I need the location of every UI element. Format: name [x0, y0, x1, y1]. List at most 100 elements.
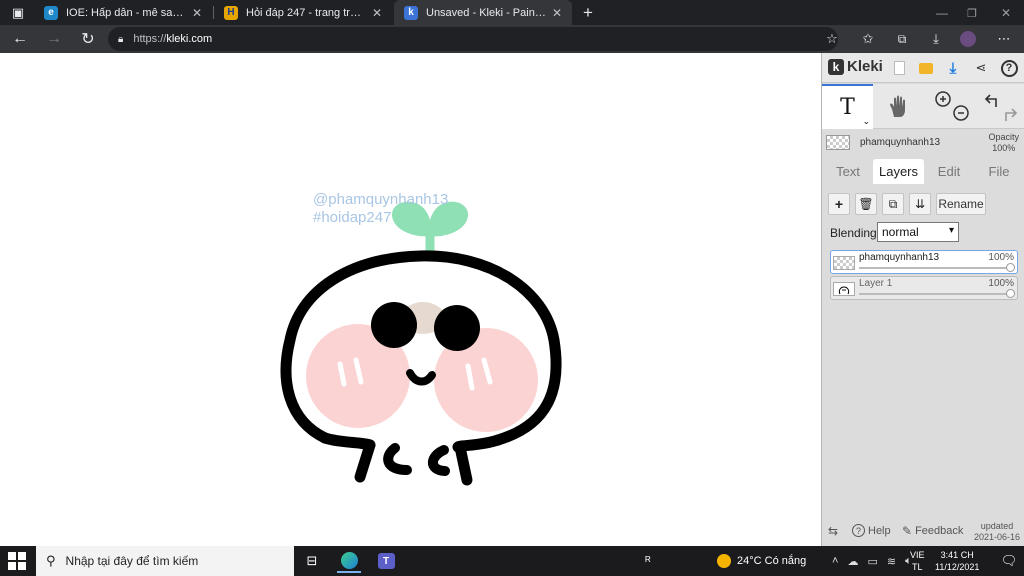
- delete-layer-button[interactable]: 🗑︎: [855, 193, 877, 215]
- body-outline-lower-left: [319, 432, 376, 451]
- layer-opacity: 100%: [988, 252, 1014, 263]
- help-icon[interactable]: ?: [1000, 59, 1018, 77]
- forward-button[interactable]: →: [40, 25, 68, 53]
- layer-opacity-slider-track[interactable]: [859, 293, 1011, 295]
- layer-item-phamquynhanh13[interactable]: phamquynhanh13 100%: [830, 250, 1018, 274]
- left-hand: [383, 443, 412, 475]
- address-bar-row: ← → ↻ 🔒︎ https://kleki.com ☆ ✩ ⧉ ⤓ ⋯: [0, 25, 1024, 53]
- tab-actions-icon[interactable]: ▣: [4, 0, 32, 27]
- reload-button[interactable]: ↻: [74, 25, 102, 53]
- layer-name: Layer 1: [859, 278, 893, 289]
- downloads-icon[interactable]: ⤓: [922, 25, 950, 53]
- share-icon[interactable]: ⋖: [972, 59, 990, 77]
- download-icon[interactable]: ⤓: [944, 59, 962, 77]
- layer-opacity-slider-handle[interactable]: [1006, 289, 1015, 298]
- chevron-up-icon[interactable]: ˄: [832, 555, 838, 567]
- trash-icon: 🗑︎: [858, 197, 874, 211]
- feedback-icon: ✎: [902, 524, 913, 538]
- cloud-icon[interactable]: ☁: [847, 555, 858, 568]
- open-folder-icon[interactable]: [917, 59, 935, 77]
- active-layer-name: phamquynhanh13: [860, 137, 941, 148]
- profile-avatar[interactable]: [954, 25, 982, 53]
- panel-header: k Kleki ⤓ ⋖ ?: [822, 53, 1024, 83]
- back-button[interactable]: ←: [6, 25, 34, 53]
- network-icon[interactable]: ▭: [867, 555, 877, 568]
- feedback-button[interactable]: ✎ Feedback: [902, 524, 963, 538]
- updated-info[interactable]: updated 2021-06-16: [974, 521, 1020, 543]
- people-icon[interactable]: ᴿ: [636, 549, 660, 573]
- tab-layers[interactable]: Layers: [873, 159, 924, 184]
- layer-thumbnail: [833, 282, 855, 296]
- minimize-button[interactable]: —: [928, 0, 956, 27]
- rename-layer-button[interactable]: Rename: [936, 193, 986, 215]
- close-icon[interactable]: ✕: [372, 6, 382, 20]
- question-icon: ?: [852, 524, 865, 537]
- new-tab-button[interactable]: +: [574, 0, 602, 27]
- tab-text[interactable]: Text: [823, 159, 873, 184]
- tab-edit[interactable]: Edit: [924, 159, 974, 184]
- language-line2: TL: [912, 562, 923, 572]
- sun-icon: [717, 554, 731, 568]
- tab-file[interactable]: File: [974, 159, 1024, 184]
- taskbar-search-box[interactable]: ⚲ Nhập tại đây để tìm kiếm: [36, 546, 294, 576]
- panel-footer: ⇆ ? Help ✎ Feedback updated 2021-06-16: [822, 518, 1024, 546]
- merge-layer-button[interactable]: ⇊: [909, 193, 931, 215]
- kleki-logo-text: Kleki: [847, 58, 883, 75]
- ioe-favicon-icon: e: [44, 5, 58, 20]
- restore-button[interactable]: ❐: [958, 0, 986, 27]
- tab-hoidap[interactable]: H Hỏi đáp 247 - trang tra loi ✕: [214, 0, 392, 25]
- tab-ioe[interactable]: e IOE: Hấp dẫn - mê say - thấy ng... ✕: [34, 0, 212, 25]
- layer-opacity-slider-track[interactable]: [859, 267, 1011, 269]
- new-image-icon[interactable]: [890, 59, 908, 77]
- close-icon[interactable]: ✕: [192, 6, 202, 20]
- teams-taskbar-icon[interactable]: T: [374, 549, 398, 573]
- text-tool-button[interactable]: T ⌄: [822, 84, 873, 129]
- drawing-canvas[interactable]: @phamquynhanh13 #hoidap247: [0, 53, 821, 546]
- hand-tool-button[interactable]: [874, 84, 924, 129]
- window-close-button[interactable]: ✕: [992, 0, 1020, 27]
- updated-label: updated: [980, 521, 1014, 531]
- blending-mode-select[interactable]: normal ▾: [877, 222, 959, 242]
- weather-widget[interactable]: 24°C Có nắng: [717, 546, 806, 576]
- chevron-down-icon[interactable]: ⌄: [862, 117, 870, 127]
- language-line1: VIE: [910, 550, 925, 560]
- start-button[interactable]: [8, 552, 26, 570]
- taskbar-clock[interactable]: 3:41 CH 11/12/2021: [935, 549, 979, 573]
- add-favorite-icon[interactable]: ☆: [818, 25, 846, 53]
- blending-label: Blending: [830, 226, 877, 240]
- notifications-icon[interactable]: 🗨︎: [997, 549, 1021, 573]
- hand-icon: [890, 95, 905, 117]
- hoidap-favicon-icon: H: [224, 5, 238, 20]
- wifi-icon[interactable]: ≋: [887, 555, 896, 568]
- clock-time: 3:41 CH: [940, 550, 974, 560]
- opacity-readout: Opacity 100%: [988, 132, 1019, 154]
- updated-date: 2021-06-16: [973, 532, 1020, 542]
- layer-item-layer-1[interactable]: Layer 1 100%: [830, 276, 1018, 300]
- more-menu-icon[interactable]: ⋯: [990, 25, 1018, 53]
- redo-icon: [1005, 107, 1018, 121]
- tab-title: IOE: Hấp dẫn - mê say - thấy ng...: [66, 6, 186, 19]
- url-host: kleki.com: [166, 33, 213, 45]
- layer-opacity-slider-handle[interactable]: [1006, 263, 1015, 272]
- weather-text: 24°C Có nắng: [737, 555, 807, 567]
- merge-down-icon: ⇊: [914, 197, 926, 211]
- right-hand: [427, 445, 450, 476]
- help-button[interactable]: ? Help: [852, 524, 891, 537]
- duplicate-layer-button[interactable]: ⧉: [882, 193, 904, 215]
- left-eye: [371, 302, 417, 348]
- browser-tab-bar: ▣ e IOE: Hấp dẫn - mê say - thấy ng... ✕…: [0, 0, 1024, 25]
- drawing-artwork: [280, 201, 562, 486]
- language-indicator[interactable]: VIE TL: [910, 549, 925, 573]
- close-icon[interactable]: ✕: [552, 6, 562, 20]
- task-view-icon[interactable]: ⊟: [300, 549, 324, 573]
- edge-taskbar-icon[interactable]: [337, 549, 361, 573]
- favorites-icon[interactable]: ✩: [854, 25, 882, 53]
- tab-kleki[interactable]: k Unsaved - Kleki - Paint Tool ✕: [394, 0, 572, 25]
- collections-icon[interactable]: ⧉: [888, 25, 916, 53]
- taskbar-search-placeholder: Nhập tại đây để tìm kiếm: [65, 554, 199, 568]
- add-layer-button[interactable]: +: [828, 193, 850, 215]
- feedback-label: Feedback: [915, 525, 964, 537]
- url-field[interactable]: 🔒︎ https://kleki.com: [108, 27, 838, 51]
- kleki-logo[interactable]: k Kleki: [828, 58, 883, 75]
- swap-side-button[interactable]: ⇆: [828, 524, 841, 538]
